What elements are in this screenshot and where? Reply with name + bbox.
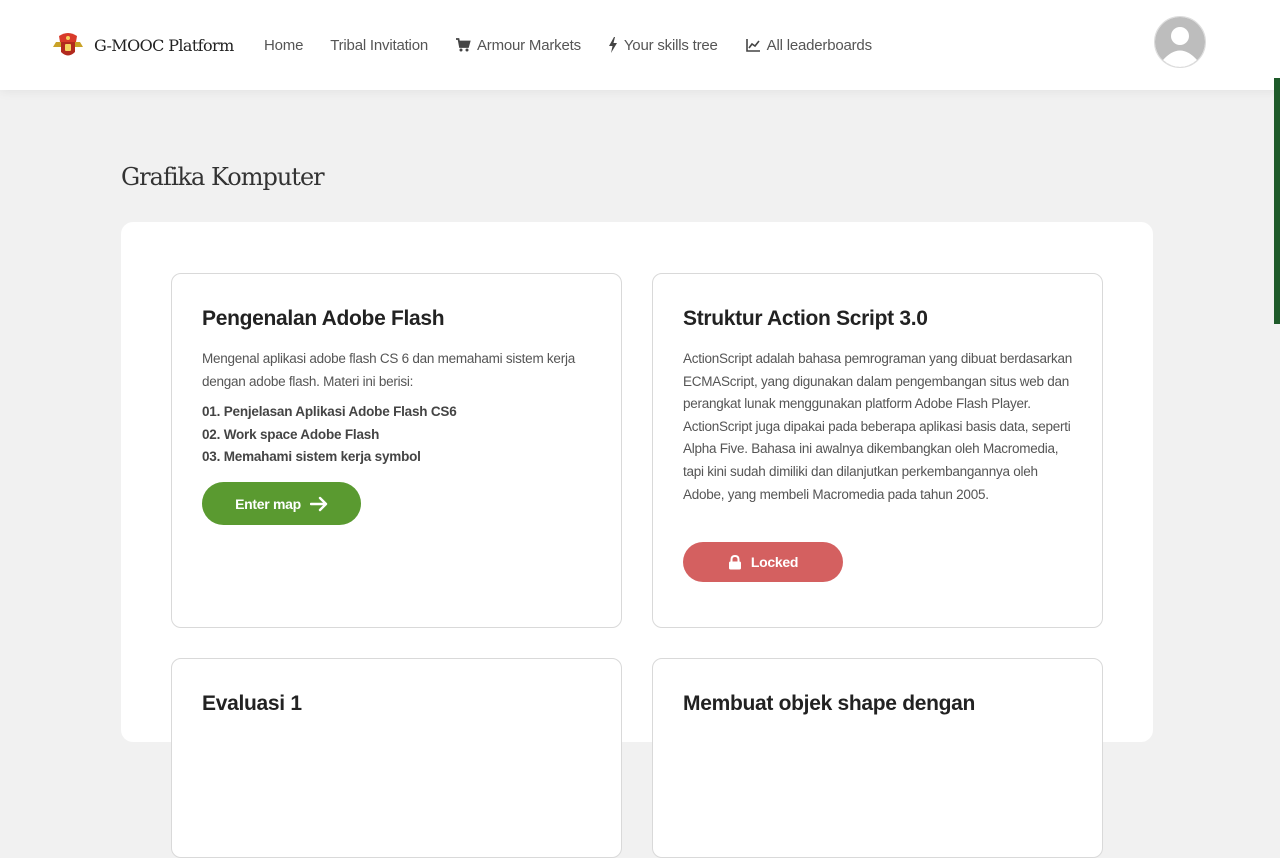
course-panel: Pengenalan Adobe Flash Mengenal aplikasi… [121,222,1153,858]
nav-links: Home Tribal Invitation Armour Markets Yo… [264,34,899,56]
course-card-pengenalan-adobe-flash: Pengenalan Adobe Flash Mengenal aplikasi… [171,273,622,628]
nav-link-label: Your skills tree [623,36,718,54]
top-navbar: G-MOOC Platform Home Tribal Invitation A… [0,0,1280,90]
nav-link-label: All leaderboards [766,36,872,54]
enter-map-button[interactable]: Enter map [202,482,361,525]
card-description: ActionScript adalah bahasa pemrograman y… [683,351,1073,502]
button-label: Enter map [235,495,301,512]
nav-link-skills-tree[interactable]: Your skills tree [608,37,718,54]
list-item: 01. Penjelasan Aplikasi Adobe Flash CS6 [202,404,457,419]
locked-button[interactable]: Locked [683,542,843,582]
course-card-struktur-action-script: Struktur Action Script 3.0 ActionScript … [652,273,1103,628]
card-title: Membuat objek shape dengan [683,692,976,715]
nav-link-label: Armour Markets [476,36,581,54]
brand-name: G-MOOC Platform [94,35,234,55]
nav-link-label: Tribal Invitation [330,36,428,54]
chart-line-icon [745,39,760,52]
lock-icon [728,554,741,569]
list-item: 03. Memahami sistem kerja symbol [202,449,421,465]
page-title: Grafika Komputer [121,163,325,191]
course-card-evaluasi-1: Evaluasi 1 [171,658,622,858]
nav-link-armour-markets[interactable]: Armour Markets [455,37,581,54]
nav-link-label: Home [264,36,304,54]
nav-link-leaderboards[interactable]: All leaderboards [745,37,872,54]
card-title: Pengenalan Adobe Flash [202,307,445,330]
scroll-indicator[interactable] [1274,78,1280,324]
card-title: Struktur Action Script 3.0 [683,307,928,330]
course-card-membuat-objek-shape: Membuat objek shape dengan [652,658,1103,858]
user-avatar[interactable] [1154,16,1206,68]
user-avatar-icon [1155,17,1205,67]
nav-link-home[interactable]: Home [264,37,303,54]
nav-link-tribal-invitation[interactable]: Tribal Invitation [330,37,428,54]
card-description: Mengenal aplikasi adobe flash CS 6 dan m… [202,351,575,389]
arrow-right-icon [309,496,328,511]
card-title: Evaluasi 1 [202,692,302,715]
bolt-icon [608,37,617,53]
list-item: 02. Work space Adobe Flash [202,426,380,442]
cart-icon [455,38,471,52]
card-topic-list: 01. Penjelasan Aplikasi Adobe Flash CS6 … [202,401,457,469]
button-label: Locked [750,554,799,570]
brand-link[interactable]: G-MOOC Platform [52,30,234,60]
brand-logo-icon [53,33,83,56]
